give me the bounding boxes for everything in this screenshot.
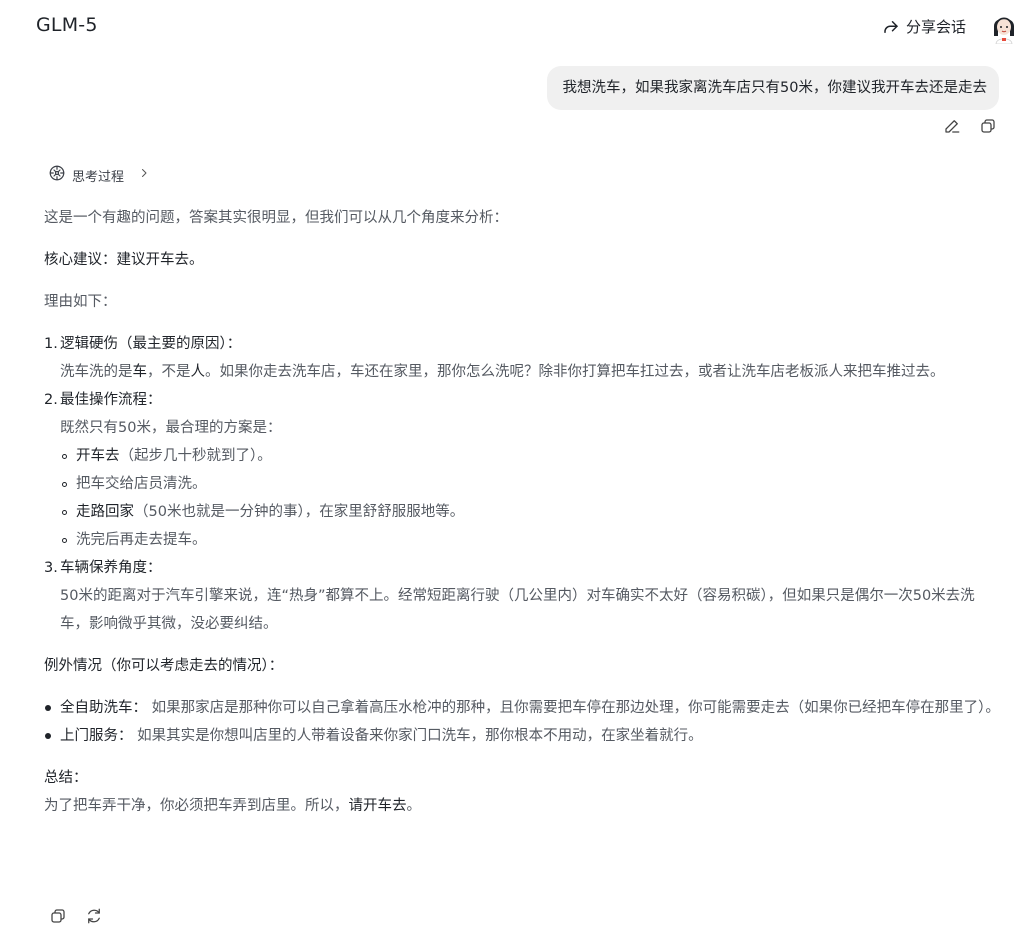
list-item: 把车交给店员清洗。 xyxy=(60,470,1000,498)
reason-heading: 最佳操作流程： xyxy=(60,392,162,408)
list-item: 上门服务： 如果其实是你想叫店里的人带着设备来你家门口洗车，那你根本不用动，在家… xyxy=(44,722,1000,750)
list-item: 开车去（起步几十秒就到了）。 xyxy=(60,442,1000,470)
user-message-actions xyxy=(942,118,998,138)
user-avatar[interactable] xyxy=(990,12,1018,45)
reason-number: 3. xyxy=(44,560,58,576)
summary-text: 为了把车弄干净，你必须把车弄到店里。所以，请开车去。 xyxy=(44,798,421,814)
reason-body: 洗车洗的是车，不是人。如果你走去洗车店，车还在家里，那你怎么洗呢？除非你打算把车… xyxy=(60,364,945,380)
exceptions-list: 全自助洗车： 如果那家店是那种你可以自己拿着高压水枪冲的那种，且你需要把车停在那… xyxy=(44,694,1000,750)
copy-icon xyxy=(979,117,997,139)
reason-item-3: 3. 车辆保养角度： 50米的距离对于汽车引擎来说，连“热身”都算不上。经常短距… xyxy=(44,554,1000,638)
regenerate-button[interactable] xyxy=(84,908,104,928)
reason-heading: 车辆保养角度： xyxy=(60,560,162,576)
thinking-process-label: 思考过程 xyxy=(72,169,125,185)
brain-icon xyxy=(48,164,66,186)
reason-heading: 逻辑硬伤（最主要的原因）： xyxy=(60,336,242,352)
reasons-label: 理由如下： xyxy=(44,294,117,310)
core-recommendation: 核心建议：建议开车去。 xyxy=(44,252,204,268)
share-conversation-button[interactable]: 分享会话 xyxy=(882,16,966,37)
edit-message-button[interactable] xyxy=(942,118,962,138)
answer-intro: 这是一个有趣的问题，答案其实很明显，但我们可以从几个角度来分析： xyxy=(44,210,508,226)
reason-item-2: 2. 最佳操作流程： 既然只有50米，最合理的方案是： 开车去（起步几十秒就到了… xyxy=(44,386,1000,554)
summary-label: 总结： xyxy=(44,770,88,786)
user-message-bubble: 我想洗车，如果我家离洗车店只有50米，你建议我开车去还是走去 xyxy=(546,66,999,110)
reason-body: 50米的距离对于汽车引擎来说，连“热身”都算不上。经常短距离行驶（几公里内）对车… xyxy=(60,588,975,632)
list-item: 走路回家（50米也就是一分钟的事），在家里舒舒服服地等。 xyxy=(60,498,1000,526)
model-name[interactable]: GLM-5 xyxy=(36,14,98,36)
process-steps: 开车去（起步几十秒就到了）。 把车交给店员清洗。 走路回家（50米也就是一分钟的… xyxy=(60,442,1000,554)
chevron-right-icon xyxy=(138,167,150,183)
thinking-process-toggle[interactable]: 思考过程 xyxy=(48,164,150,186)
share-arrow-icon xyxy=(882,18,900,36)
assistant-answer: 这是一个有趣的问题，答案其实很明显，但我们可以从几个角度来分析： 核心建议：建议… xyxy=(44,204,1000,820)
pencil-icon xyxy=(943,117,961,139)
reason-body: 既然只有50米，最合理的方案是： xyxy=(60,420,282,436)
reason-item-1: 1. 逻辑硬伤（最主要的原因）： 洗车洗的是车，不是人。如果你走去洗车店，车还在… xyxy=(44,330,1000,386)
copy-answer-button[interactable] xyxy=(48,908,68,928)
copy-icon xyxy=(49,907,67,929)
reason-number: 1. xyxy=(44,336,58,352)
answer-actions xyxy=(48,908,104,928)
top-bar: GLM-5 分享会话 xyxy=(0,0,1036,56)
refresh-icon xyxy=(85,907,103,929)
list-item: 洗完后再走去提车。 xyxy=(60,526,1000,554)
share-conversation-label: 分享会话 xyxy=(906,18,967,36)
list-item: 全自助洗车： 如果那家店是那种你可以自己拿着高压水枪冲的那种，且你需要把车停在那… xyxy=(44,694,1000,722)
reason-number: 2. xyxy=(44,392,58,408)
copy-message-button[interactable] xyxy=(978,118,998,138)
exceptions-label: 例外情况（你可以考虑走去的情况）： xyxy=(44,658,284,674)
